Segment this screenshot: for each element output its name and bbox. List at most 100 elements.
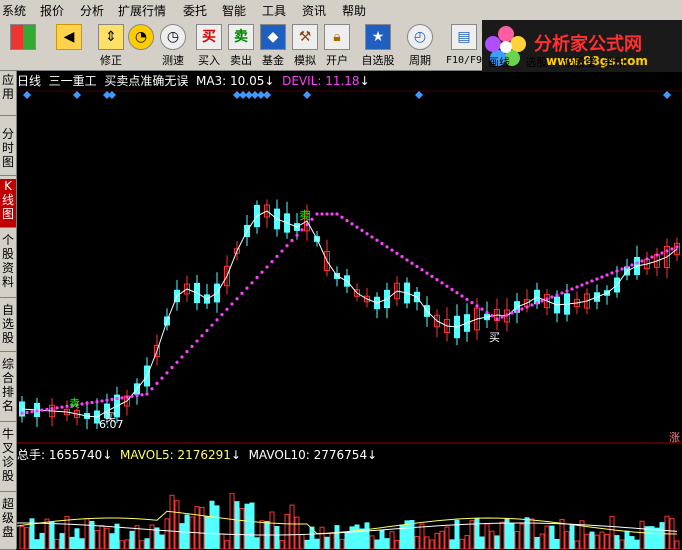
devil-dot xyxy=(455,291,459,295)
volume-info-line: 总手: 1655740↓ MAVOL5: 2176291↓ MAVOL10: 2… xyxy=(17,446,377,463)
volume-bar xyxy=(104,527,110,549)
devil-dot xyxy=(520,307,524,311)
period-button[interactable]: ◴ 周期 xyxy=(404,22,436,68)
volume-bar xyxy=(614,535,620,549)
devil-dot xyxy=(160,376,164,380)
back-button[interactable]: ◀ xyxy=(54,22,84,68)
devil-dot xyxy=(580,283,584,287)
volume-bar xyxy=(344,531,350,549)
devil-dot xyxy=(675,245,679,249)
tab-diagnose[interactable]: 牛叉诊股 xyxy=(0,427,16,492)
devil-dot xyxy=(415,264,419,269)
devil-dot xyxy=(315,212,319,216)
draw-line-label[interactable]: 画线 xyxy=(488,56,510,69)
speed-test-button[interactable]: ◷ 测速 xyxy=(158,22,188,68)
select-stock-label[interactable]: 选股 xyxy=(526,56,548,69)
volume-bar xyxy=(109,533,115,549)
forum-label[interactable]: 论股堂 xyxy=(563,56,596,69)
volume-bar xyxy=(419,523,425,549)
tab-stock-profile[interactable]: 个股资料 xyxy=(0,233,16,298)
devil-dot xyxy=(615,269,619,273)
buy-button[interactable]: 买 买入 xyxy=(194,22,224,68)
volume-bar xyxy=(159,534,165,549)
menu-bar: 系统 报价 分析 扩展行情 委托 智能 工具 资讯 帮助 xyxy=(0,0,682,21)
info-label[interactable]: 资讯 xyxy=(604,56,626,69)
devil-dot xyxy=(345,218,349,223)
devil-dot xyxy=(135,393,139,398)
volume-bar xyxy=(244,503,250,549)
volume-bar xyxy=(629,536,635,549)
tab-ranking[interactable]: 综合排名 xyxy=(0,357,16,422)
signal-diamond xyxy=(23,91,31,99)
grid-button[interactable] xyxy=(8,22,38,68)
devil-dot xyxy=(215,318,219,322)
f10-button[interactable]: ▤ F10/F9 xyxy=(444,22,484,68)
volume-bar xyxy=(39,532,45,549)
period-label: 日线 xyxy=(17,74,42,88)
sell-button[interactable]: 卖 卖出 xyxy=(226,22,256,68)
tab-kline[interactable]: K线图 xyxy=(0,179,16,228)
devil-dot xyxy=(285,244,289,248)
menu-smart[interactable]: 智能 xyxy=(222,2,246,19)
devil-dot xyxy=(545,297,549,301)
devil-dot xyxy=(220,312,224,317)
volume-bar xyxy=(404,520,410,549)
menu-quote[interactable]: 报价 xyxy=(40,2,64,19)
devil-dot xyxy=(180,355,184,359)
mavol5-value: MAVOL5: 2176291 xyxy=(120,448,231,462)
revise-button[interactable]: ⇕ 修正 xyxy=(96,22,126,68)
menu-ext-quote[interactable]: 扩展行情 xyxy=(118,2,166,19)
volume-bar xyxy=(239,507,245,549)
volume-bar xyxy=(449,539,455,549)
clock-icon: ◷ xyxy=(160,24,186,50)
menu-tools[interactable]: 工具 xyxy=(262,2,286,19)
menu-trade[interactable]: 委托 xyxy=(183,2,207,19)
devil-dot xyxy=(380,241,384,246)
volume-bar xyxy=(474,517,480,549)
watchlist-button[interactable]: ★ 自选股 xyxy=(360,22,396,68)
devil-dot xyxy=(50,407,54,411)
menu-system[interactable]: 系统 xyxy=(2,2,26,19)
open-account-button[interactable]: 🔒︎ 开户 xyxy=(322,22,352,68)
devil-dot xyxy=(625,265,629,269)
ma3-down-arrow-icon: ↓ xyxy=(264,74,275,88)
devil-dot xyxy=(410,261,414,265)
signal-diamond xyxy=(108,91,116,99)
volume-bar xyxy=(494,535,500,549)
tab-watchlist[interactable]: 自选股 xyxy=(0,303,16,352)
devil-dot xyxy=(535,301,539,305)
devil-dot xyxy=(305,222,309,227)
menu-news[interactable]: 资讯 xyxy=(302,2,326,19)
devil-dot xyxy=(60,405,64,409)
devil-dot xyxy=(590,279,594,283)
volume-bar xyxy=(174,500,180,549)
devil-dot xyxy=(585,281,589,285)
chart-area[interactable]: 卖买 6.07 卖买涨 日线 三一重工 买卖点准确无误 MA3: 10.05↓ DE… xyxy=(17,71,682,549)
sell-icon: 卖 xyxy=(228,24,254,50)
volume-bar xyxy=(134,525,140,549)
volume-bar xyxy=(334,525,340,549)
devil-dot xyxy=(310,217,314,221)
tab-apps[interactable]: 应用 xyxy=(0,73,16,116)
volume-bar xyxy=(54,538,60,549)
grid-icon xyxy=(10,24,36,50)
volume-bar xyxy=(299,534,305,549)
devil-dot xyxy=(130,394,134,398)
tab-super-panel[interactable]: 超级盘 xyxy=(0,497,16,550)
fund-button[interactable]: ◆ 基金 xyxy=(258,22,288,68)
tab-intraday[interactable]: 分时图 xyxy=(0,127,16,176)
devil-dot xyxy=(525,305,529,309)
speed-button[interactable]: ◔ xyxy=(126,22,156,68)
devil-dot xyxy=(225,307,229,311)
menu-help[interactable]: 帮助 xyxy=(342,2,366,19)
volume-bar xyxy=(254,537,260,549)
devil-dot xyxy=(270,260,274,264)
devil-dot xyxy=(30,410,34,414)
period-clock-icon: ◴ xyxy=(407,24,433,50)
simulate-button[interactable]: ⚒ 模拟 xyxy=(290,22,320,68)
volume-bar xyxy=(114,523,120,549)
volume-bar xyxy=(64,516,70,549)
volume-bar xyxy=(209,500,215,549)
devil-dot xyxy=(325,212,329,216)
menu-analysis[interactable]: 分析 xyxy=(80,2,104,19)
